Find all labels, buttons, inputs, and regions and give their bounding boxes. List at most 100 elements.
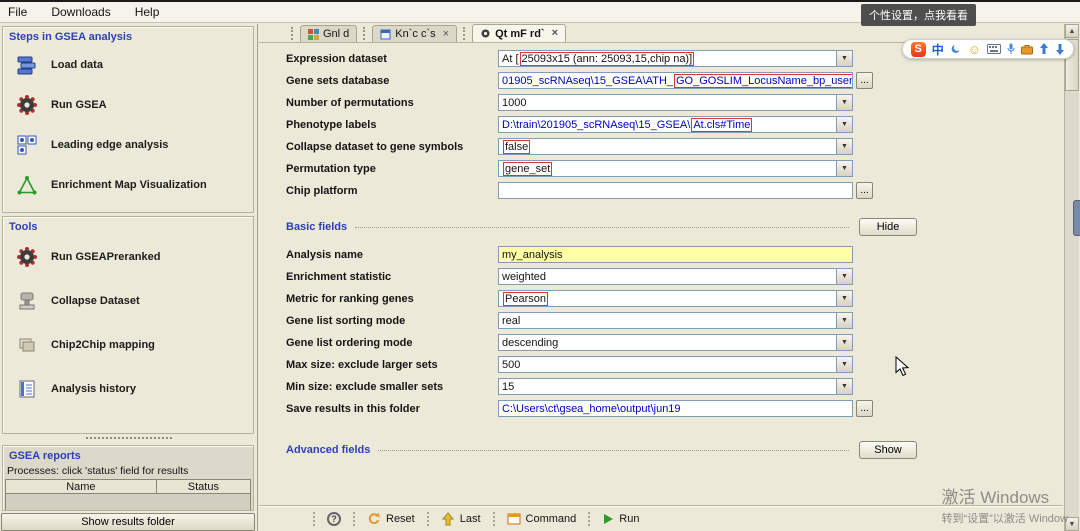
vertical-scrollbar[interactable]: ▲ ▼ (1064, 24, 1079, 531)
toolbar-separator (313, 511, 315, 526)
form-row: Enrichment statistic weighted ▼ (286, 268, 1063, 285)
enrichment-statistic-field[interactable]: weighted ▼ (498, 268, 853, 285)
last-button[interactable]: Last (441, 511, 481, 526)
command-button[interactable]: Command (507, 512, 576, 526)
chevron-down-icon[interactable]: ▼ (836, 95, 852, 110)
column-header-status[interactable]: Status (156, 479, 251, 494)
command-window-icon (507, 512, 521, 526)
chevron-down-icon[interactable]: ▼ (836, 291, 852, 306)
sidebar: Steps in GSEA analysis Load data Run GSE… (0, 24, 258, 531)
chevron-down-icon[interactable]: ▼ (836, 161, 852, 176)
sidebar-item-chip2chip[interactable]: Chip2Chip mapping (3, 323, 253, 367)
sidebar-item-load-data[interactable]: Load data (3, 45, 253, 85)
gene-list-sorting-mode-field[interactable]: real ▼ (498, 312, 853, 329)
form-row: Phenotype labels D:\train\201905_scRNAse… (286, 116, 1063, 133)
browse-button[interactable]: ... (856, 72, 873, 89)
advanced-fields-title: Advanced fields (286, 444, 371, 456)
red-highlight-box: GO_GOSLIM_LocusName_bp_usem (674, 73, 852, 88)
chevron-down-icon[interactable]: ▼ (836, 117, 852, 132)
chevron-down-icon[interactable]: ▼ (836, 269, 852, 284)
reports-note: Processes: click 'status' field for resu… (7, 465, 189, 477)
form-row: Gene list ordering mode descending ▼ (286, 334, 1063, 351)
night-mode-icon[interactable] (950, 43, 962, 55)
close-icon[interactable]: × (552, 28, 558, 39)
close-icon[interactable]: × (443, 28, 449, 40)
keyboard-icon[interactable] (987, 44, 1001, 54)
field-value: At [25093x15 (ann: 25093,15,chip na)] (502, 51, 695, 66)
red-highlight-box: 25093x15 (ann: 25093,15,chip na)] (519, 51, 695, 66)
run-button[interactable]: Run (602, 513, 639, 525)
sogou-logo-icon[interactable]: S (910, 41, 926, 57)
column-header-name[interactable]: Name (5, 479, 157, 494)
analysis-name-field[interactable]: my_analysis (498, 246, 853, 263)
show-advanced-fields-button[interactable]: Show (859, 441, 917, 459)
permutation-type-field[interactable]: gene_set ▼ (498, 160, 853, 177)
field-value: real (502, 314, 521, 327)
min-size-field[interactable]: 15 ▼ (498, 378, 853, 395)
metric-for-ranking-genes-field[interactable]: Pearson ▼ (498, 290, 853, 307)
hide-basic-fields-button[interactable]: Hide (859, 218, 917, 236)
max-size-field[interactable]: 500 ▼ (498, 356, 853, 373)
chevron-down-icon[interactable]: ▼ (836, 357, 852, 372)
chinese-mode-icon[interactable]: 中 (932, 41, 944, 58)
sidebar-item-label: Chip2Chip mapping (51, 339, 155, 351)
red-highlight-box: Pearson (503, 291, 548, 306)
analysis-history-icon (15, 377, 39, 401)
sidebar-item-run-gsea-preranked[interactable]: Run GSEAPreranked (3, 235, 253, 279)
chevron-down-icon[interactable]: ▼ (836, 313, 852, 328)
sidebar-item-enrichment-map[interactable]: Enrichment Map Visualization (3, 165, 253, 205)
save-results-folder-field[interactable]: C:\Users\ct\gsea_home\output\jun19 (498, 400, 853, 417)
panel-resize-grip[interactable] (86, 437, 172, 439)
phenotype-labels-field[interactable]: D:\train\201905_scRNAseq\15_GSEA\ At.cls#… (498, 116, 853, 133)
help-button[interactable]: ? (327, 511, 341, 526)
advanced-fields-section-header: Advanced fields Show (286, 441, 917, 459)
run-gsea-form: Expression dataset At [25093x15 (ann: 25… (259, 43, 1063, 459)
gene-sets-database-field[interactable]: 01905_scRNAseq\15_GSEA\ATH_ GO_GOSLIM_Loc… (498, 72, 853, 89)
download-arrow-icon[interactable] (1055, 43, 1065, 55)
menu-file[interactable]: File (8, 5, 27, 19)
chip-platform-field[interactable] (498, 182, 853, 199)
expression-dataset-field[interactable]: At [25093x15 (ann: 25093,15,chip na)] ▼ (498, 50, 853, 67)
menu-downloads[interactable]: Downloads (51, 5, 110, 19)
tab-3-active[interactable]: Qt mF rd` × (472, 24, 567, 42)
field-label: Permutation type (286, 162, 376, 175)
field-value: Pearson (499, 291, 552, 306)
field-label: Gene sets database (286, 74, 390, 87)
browse-button[interactable]: ... (856, 400, 873, 417)
reset-button[interactable]: Reset (367, 512, 415, 526)
browse-button[interactable]: ... (856, 182, 873, 199)
form-row: Gene sets database 01905_scRNAseq\15_GSE… (286, 72, 1063, 89)
chevron-down-icon[interactable]: ▼ (836, 335, 852, 350)
gene-list-ordering-mode-field[interactable]: descending ▼ (498, 334, 853, 351)
collapse-dataset-field[interactable]: false ▼ (498, 138, 853, 155)
reports-panel-title: GSEA reports (9, 450, 81, 462)
mic-icon[interactable] (1007, 43, 1015, 55)
tab-1[interactable]: Gnl d (300, 25, 358, 42)
scroll-up-button[interactable]: ▲ (1065, 24, 1079, 38)
field-label: Expression dataset (286, 52, 387, 65)
field-value: 15 (502, 380, 515, 393)
field-label: Max size: exclude larger sets (286, 358, 438, 371)
watermark-line1: 激活 Windows (941, 488, 1050, 507)
upload-arrow-icon[interactable] (1039, 43, 1049, 55)
show-results-folder-button[interactable]: Show results folder (1, 513, 255, 531)
toolbox-icon[interactable] (1021, 44, 1033, 55)
side-panel-grip[interactable] (1073, 200, 1080, 236)
chevron-down-icon[interactable]: ▼ (836, 139, 852, 154)
run-play-icon (602, 513, 614, 525)
sidebar-item-label: Enrichment Map Visualization (51, 179, 207, 191)
chevron-down-icon[interactable]: ▼ (836, 51, 852, 66)
sidebar-item-leading-edge[interactable]: Leading edge analysis (3, 125, 253, 165)
tab-2[interactable]: Kn`c c`s × (372, 25, 458, 42)
last-label: Last (459, 512, 481, 525)
enrichment-map-icon (15, 173, 39, 197)
leading-edge-icon (15, 133, 39, 157)
sidebar-item-run-gsea[interactable]: Run GSEA (3, 85, 253, 125)
toolbar-grip (363, 27, 366, 40)
sidebar-item-analysis-history[interactable]: Analysis history (3, 367, 253, 411)
number-of-permutations-field[interactable]: 1000 ▼ (498, 94, 853, 111)
emoji-icon[interactable]: ☺ (968, 43, 981, 56)
sidebar-item-collapse-dataset[interactable]: Collapse Dataset (3, 279, 253, 323)
menu-help[interactable]: Help (135, 5, 160, 19)
chevron-down-icon[interactable]: ▼ (836, 379, 852, 394)
